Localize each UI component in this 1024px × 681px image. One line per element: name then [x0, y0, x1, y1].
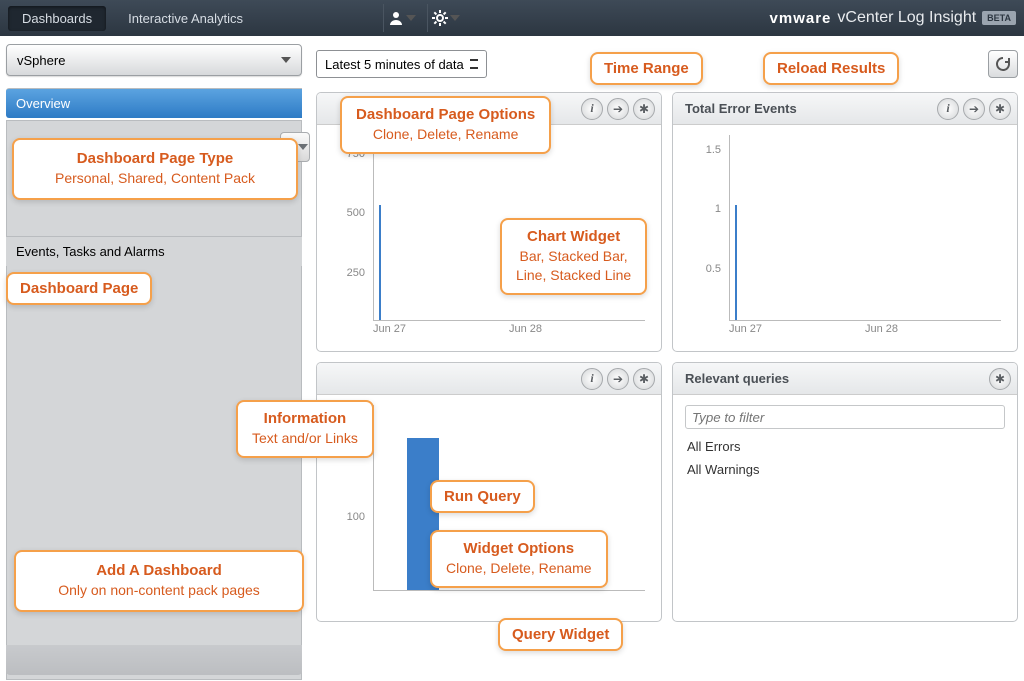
widget-info-button[interactable]: i	[937, 98, 959, 120]
time-range-select[interactable]: Latest 5 minutes of data	[316, 50, 487, 78]
callout-dashboard-page-options: Dashboard Page Options Clone, Delete, Re…	[340, 96, 551, 154]
y-tick: 1	[715, 203, 721, 215]
callout-time-range: Time Range	[590, 52, 703, 85]
callout-subtitle: Personal, Shared, Content Pack	[30, 169, 280, 188]
tab-interactive-analytics[interactable]: Interactive Analytics	[114, 6, 257, 31]
callout-title: Chart Widget	[516, 228, 631, 245]
data-spike	[735, 205, 737, 320]
callout-subtitle: Text and/or Links	[252, 429, 358, 448]
add-dashboard-button[interactable]	[6, 645, 302, 675]
widget-relevant-queries: Relevant queries ✱ All Errors All Warnin…	[672, 362, 1018, 622]
caret-down-icon	[298, 144, 308, 150]
widget-run-button[interactable]: ➔	[963, 98, 985, 120]
info-icon: i	[590, 101, 593, 116]
callout-run-query: Run Query	[430, 480, 535, 513]
widget-run-button[interactable]: ➔	[607, 368, 629, 390]
callout-dashboard-page: Dashboard Page	[6, 272, 152, 305]
tab-dashboards[interactable]: Dashboards	[8, 6, 106, 31]
callout-title: Query Widget	[512, 626, 609, 643]
callout-subtitle: Clone, Delete, Rename	[446, 559, 592, 578]
x-tick: Jun 27	[373, 323, 509, 341]
gear-icon: ✱	[995, 372, 1005, 386]
brand: vmware vCenter Log Insight BETA	[770, 9, 1016, 27]
data-spike	[379, 205, 381, 320]
widget-title: Relevant queries	[685, 371, 985, 386]
arrow-right-icon: ➔	[969, 102, 979, 116]
caret-down-icon	[450, 15, 460, 21]
y-tick: 250	[347, 267, 365, 279]
sidebar-item-overview[interactable]: Overview	[6, 88, 302, 118]
widgets-grid: i ➔ ✱ 750 500 250 Jun 27 Jun 28	[316, 92, 1018, 622]
time-range-value: Latest 5 minutes of data	[325, 57, 464, 72]
callout-title: Run Query	[444, 488, 521, 505]
widget-info-button[interactable]: i	[581, 368, 603, 390]
brand-product: vCenter Log Insight	[837, 9, 976, 27]
callout-information: Information Text and/or Links	[236, 400, 374, 458]
callout-title: Widget Options	[446, 540, 592, 557]
x-tick: Jun 27	[729, 323, 865, 341]
widget-options-button[interactable]: ✱	[633, 98, 655, 120]
callout-title: Reload Results	[777, 60, 885, 77]
chart: 1.5 1 0.5 Jun 27 Jun 28	[685, 135, 1005, 341]
dropdown-value: vSphere	[17, 53, 65, 68]
gear-icon	[432, 10, 448, 26]
user-menu[interactable]	[383, 4, 419, 32]
callout-title: Dashboard Page	[20, 280, 138, 297]
beta-badge: BETA	[982, 11, 1016, 25]
y-tick: 1.5	[706, 144, 721, 156]
arrow-right-icon: ➔	[613, 372, 623, 386]
query-filter-input[interactable]	[685, 405, 1005, 429]
settings-menu[interactable]	[427, 4, 463, 32]
info-icon: i	[590, 371, 593, 386]
reload-icon	[995, 56, 1011, 72]
callout-title: Dashboard Page Options	[356, 106, 535, 123]
info-icon: i	[946, 101, 949, 116]
callout-reload: Reload Results	[763, 52, 899, 85]
callout-subtitle: Only on non-content pack pages	[32, 581, 286, 600]
callout-add-dashboard: Add A Dashboard Only on non-content pack…	[14, 550, 304, 612]
callout-widget-options: Widget Options Clone, Delete, Rename	[430, 530, 608, 588]
callout-title: Add A Dashboard	[32, 562, 286, 579]
reload-button[interactable]	[988, 50, 1018, 78]
widget-title: Total Error Events	[685, 101, 933, 116]
widget-options-button[interactable]: ✱	[633, 368, 655, 390]
widget-run-button[interactable]: ➔	[607, 98, 629, 120]
callout-title: Time Range	[604, 60, 689, 77]
gear-icon: ✱	[639, 372, 649, 386]
user-icon	[388, 10, 404, 26]
query-item[interactable]: All Errors	[685, 435, 1005, 458]
widget-options-button[interactable]: ✱	[989, 368, 1011, 390]
callout-title: Dashboard Page Type	[30, 150, 280, 167]
dashboard-type-dropdown[interactable]: vSphere	[6, 44, 302, 76]
y-tick: 100	[347, 511, 365, 523]
widget-options-button[interactable]: ✱	[989, 98, 1011, 120]
y-tick: 500	[347, 207, 365, 219]
callout-subtitle: Bar, Stacked Bar, Line, Stacked Line	[516, 247, 631, 285]
x-tick: Jun 28	[509, 323, 645, 341]
caret-down-icon	[406, 15, 416, 21]
callout-dashboard-page-type: Dashboard Page Type Personal, Shared, Co…	[12, 138, 298, 200]
callout-chart-widget: Chart Widget Bar, Stacked Bar, Line, Sta…	[500, 218, 647, 295]
brand-vmware: vmware	[770, 10, 832, 27]
query-item[interactable]: All Warnings	[685, 458, 1005, 481]
topbar: Dashboards Interactive Analytics vmware …	[0, 0, 1024, 36]
x-tick: Jun 28	[865, 323, 1001, 341]
sidebar-item-label: Events, Tasks and Alarms	[16, 244, 165, 259]
sidebar-item-label: Overview	[16, 96, 70, 111]
widget-info-button[interactable]: i	[581, 98, 603, 120]
y-tick: 0.5	[706, 263, 721, 275]
sidebar-item-events[interactable]: Events, Tasks and Alarms	[6, 236, 302, 266]
callout-query-widget: Query Widget	[498, 618, 623, 651]
widget-total-error-events: Total Error Events i ➔ ✱ 1.5 1 0.5 Jun 2…	[672, 92, 1018, 352]
callout-subtitle: Clone, Delete, Rename	[356, 125, 535, 144]
arrow-right-icon: ➔	[613, 102, 623, 116]
gear-icon: ✱	[995, 102, 1005, 116]
caret-down-icon	[281, 57, 291, 63]
callout-title: Information	[252, 410, 358, 427]
gear-icon: ✱	[639, 102, 649, 116]
